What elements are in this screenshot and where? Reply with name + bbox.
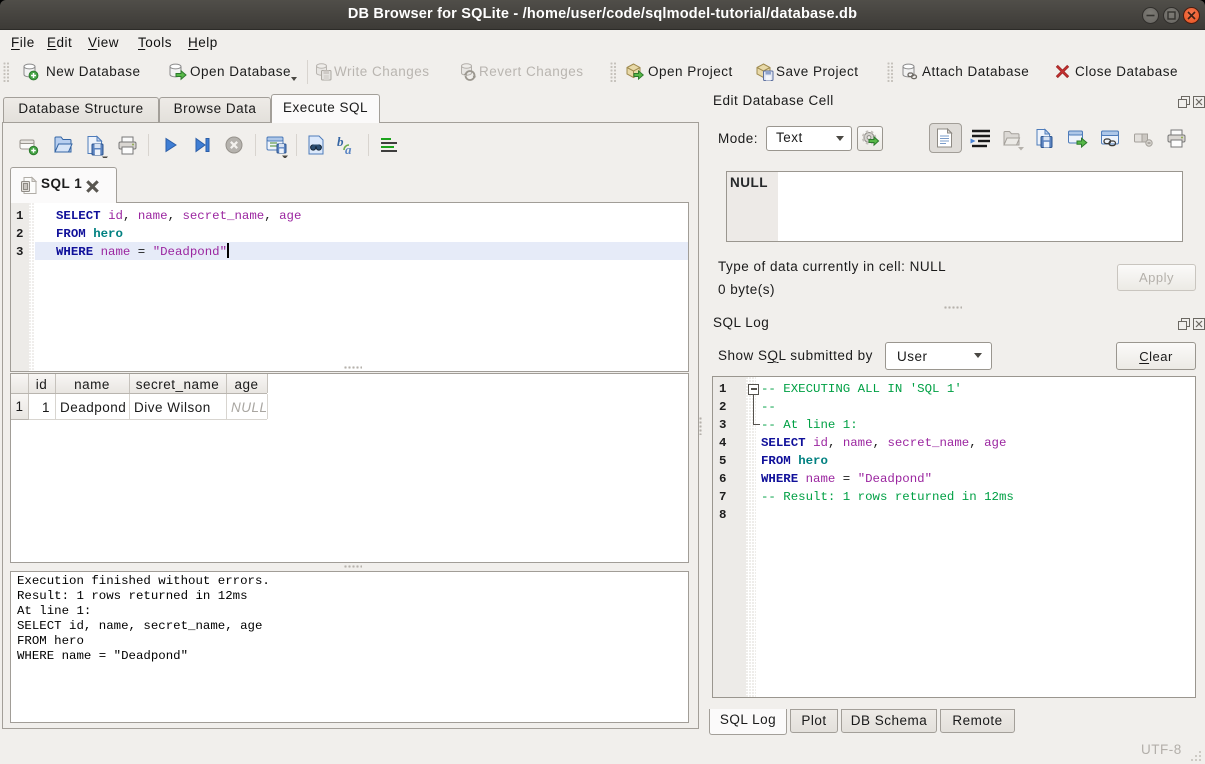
svg-text:b: b (337, 134, 344, 149)
